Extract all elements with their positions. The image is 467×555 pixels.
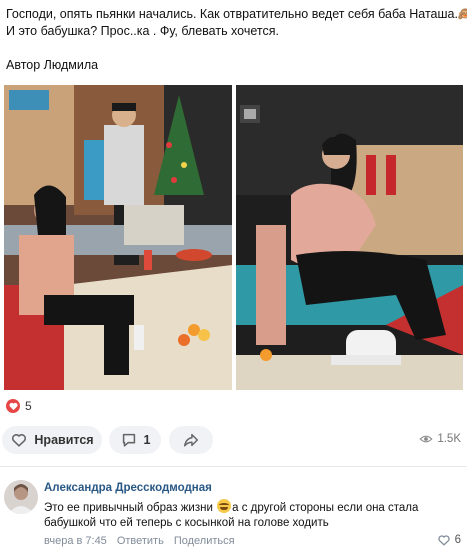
comment-button[interactable]: 1 bbox=[109, 426, 161, 454]
comment-meta: вчера в 7:45 Ответить Поделиться bbox=[44, 535, 235, 547]
comment-time[interactable]: вчера в 7:45 bbox=[44, 535, 107, 547]
comment-author[interactable]: Александра Дресскодмодная bbox=[44, 482, 212, 494]
comment-text-part-1: Это ее привычный образ жизни bbox=[44, 502, 217, 514]
comment-likes-count: 6 bbox=[454, 534, 461, 546]
comment-count: 1 bbox=[143, 433, 151, 447]
share-arrow-icon bbox=[183, 433, 199, 447]
comment-text: Это ее привычный образ жизни а с другой … bbox=[44, 499, 444, 531]
comment-like-button[interactable]: 6 bbox=[437, 533, 461, 547]
reactions-summary[interactable]: 5 bbox=[6, 399, 32, 413]
heart-outline-icon bbox=[437, 535, 450, 546]
post-actions-bar: Нравится 1 1.5K bbox=[0, 426, 467, 454]
views-counter: 1.5K bbox=[419, 432, 461, 446]
reply-link[interactable]: Ответить bbox=[117, 535, 164, 547]
tv-scene-closeup-photo bbox=[236, 85, 463, 390]
post-text-line-1: Господи, опять пьянки начались. Как отвр… bbox=[6, 7, 467, 21]
post-author-line: Автор Людмила bbox=[6, 58, 99, 72]
share-button[interactable] bbox=[169, 426, 213, 454]
post-text-line-2: И это бабушка? Прос..ка . Фу, блевать хо… bbox=[6, 24, 279, 38]
heart-outline-icon bbox=[12, 434, 27, 447]
views-count: 1.5K bbox=[437, 433, 461, 445]
like-button[interactable]: Нравится bbox=[2, 426, 102, 454]
reactions-count: 5 bbox=[25, 399, 32, 413]
like-label: Нравится bbox=[34, 433, 94, 447]
avatar[interactable] bbox=[4, 480, 38, 514]
laughing-emoji-icon bbox=[217, 499, 232, 513]
user-avatar-icon bbox=[4, 480, 38, 514]
comment-item: Александра Дресскодмодная Это ее привычн… bbox=[0, 476, 467, 555]
tv-scene-photo bbox=[4, 85, 232, 390]
eye-icon bbox=[419, 435, 433, 443]
heart-icon bbox=[6, 399, 20, 413]
comment-icon bbox=[122, 433, 135, 447]
post-photo-1[interactable] bbox=[4, 85, 232, 390]
post-text: Господи, опять пьянки начались. Как отвр… bbox=[6, 6, 467, 40]
post-photo-2[interactable] bbox=[236, 85, 463, 390]
share-link[interactable]: Поделиться bbox=[174, 535, 235, 547]
divider bbox=[0, 466, 467, 467]
